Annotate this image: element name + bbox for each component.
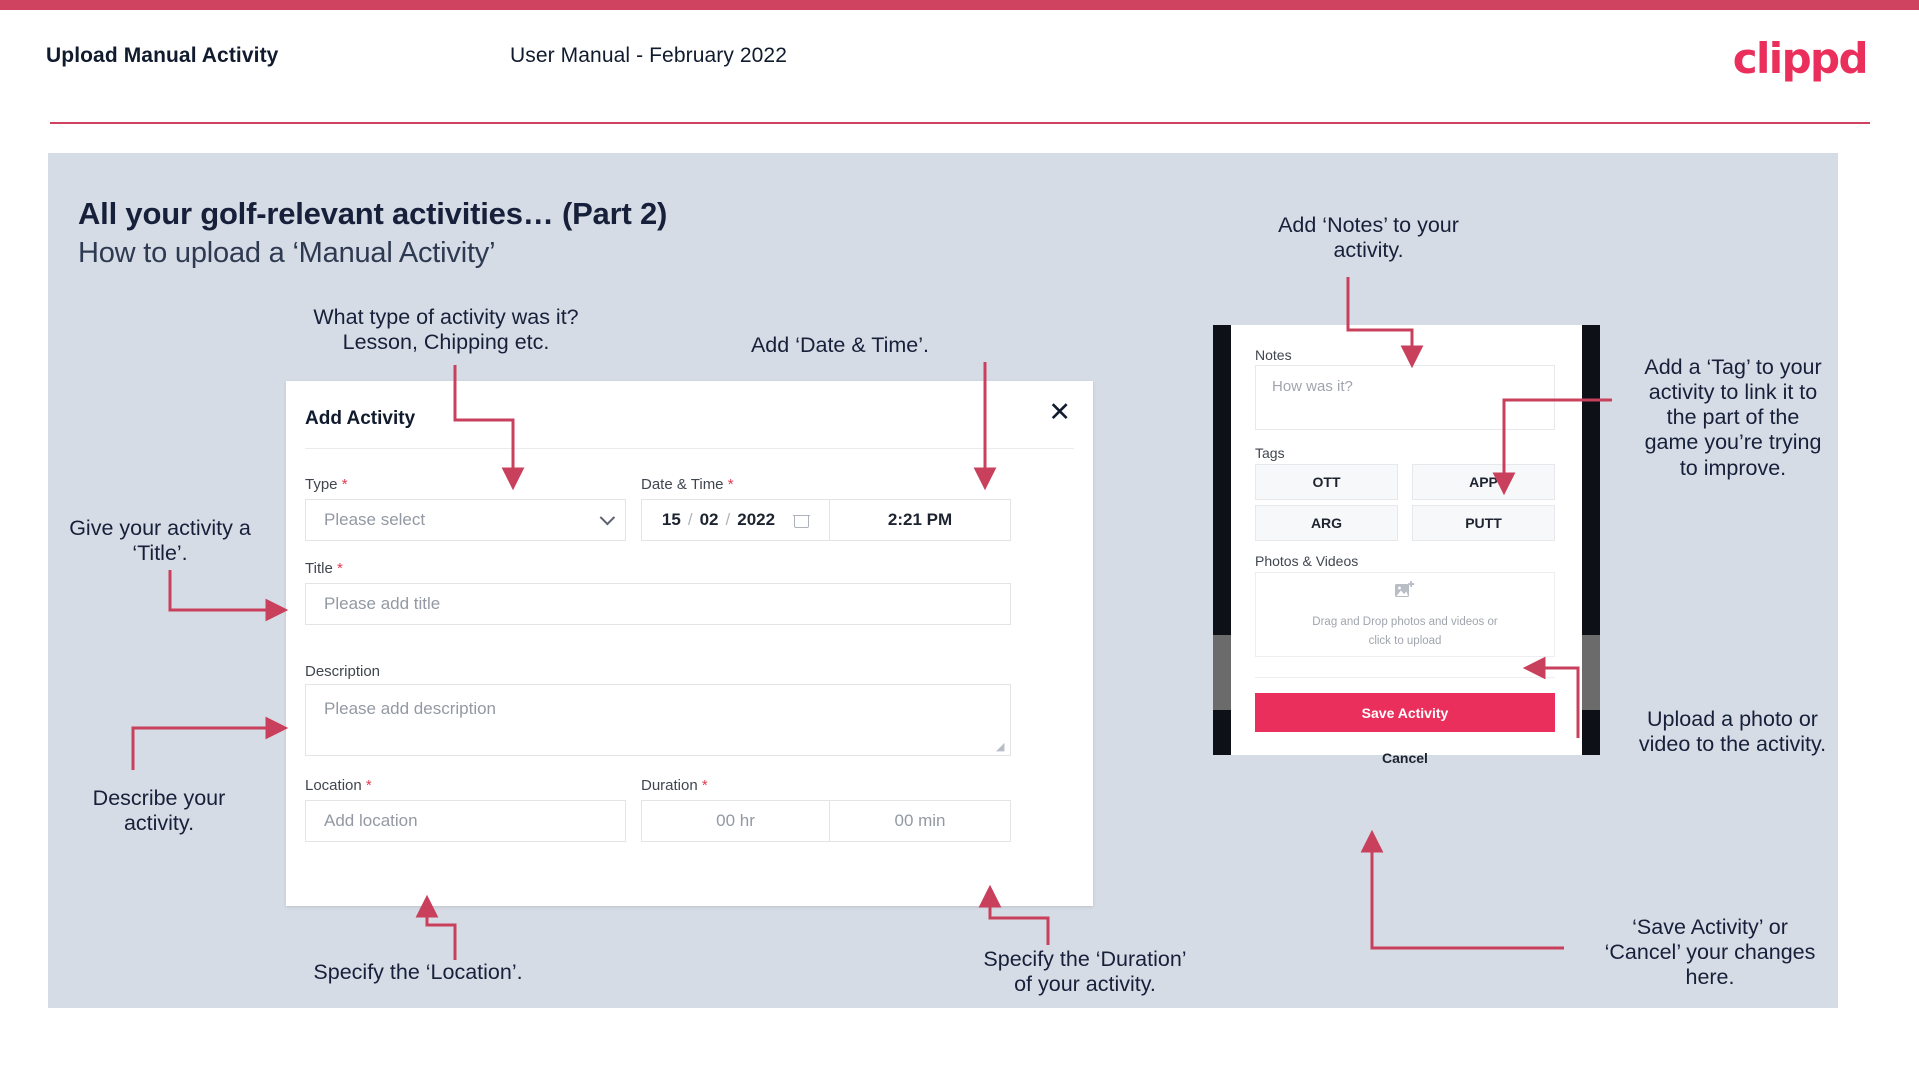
annotation-save-cancel: ‘Save Activity’ or ‘Cancel’ your changes… xyxy=(1604,915,1816,990)
date-sep-1: / xyxy=(687,510,693,529)
annotation-location: Specify the ‘Location’. xyxy=(313,960,523,984)
annotation-description: Describe your activity. xyxy=(92,786,226,836)
save-activity-button[interactable]: Save Activity xyxy=(1255,693,1555,732)
phone-frame-left xyxy=(1213,325,1231,755)
tag-button-arg[interactable]: ARG xyxy=(1255,505,1398,541)
datetime-label: Date & Time * xyxy=(641,476,734,493)
add-activity-dialog: Add Activity ✕ Type * Please select Date… xyxy=(286,381,1093,906)
date-input[interactable]: 15 / 02 / 2022 xyxy=(642,500,829,540)
duration-required-mark: * xyxy=(701,777,708,794)
datetime-label-text: Date & Time xyxy=(641,476,724,493)
dropzone-text-line2: click to upload xyxy=(1368,634,1442,647)
annotation-type: What type of activity was it? Lesson, Ch… xyxy=(313,305,579,355)
phone-frame-right xyxy=(1582,325,1600,755)
title-required-mark: * xyxy=(336,560,343,577)
description-label-text: Description xyxy=(305,663,381,680)
title-label-text: Title xyxy=(305,560,333,577)
type-label-text: Type xyxy=(305,476,338,493)
photos-label: Photos & Videos xyxy=(1255,553,1359,569)
date-month: 02 xyxy=(699,510,719,529)
location-label: Location * xyxy=(305,777,372,794)
annotation-notes: Add ‘Notes’ to your activity. xyxy=(1278,213,1459,263)
description-textarea[interactable]: Please add description ◢ xyxy=(305,684,1011,756)
annotation-duration: Specify the ‘Duration’ of your activity. xyxy=(983,947,1187,997)
close-icon[interactable]: ✕ xyxy=(1048,399,1071,426)
scrollbar-thumb-left[interactable] xyxy=(1213,635,1231,710)
tag-button-ott[interactable]: OTT xyxy=(1255,464,1398,500)
annotation-datetime: Add ‘Date & Time’. xyxy=(750,333,930,357)
slide-subheading: How to upload a ‘Manual Activity’ xyxy=(78,237,496,269)
duration-label-text: Duration xyxy=(641,777,698,794)
notes-placeholder: How was it? xyxy=(1272,378,1353,395)
title-label: Title * xyxy=(305,560,343,577)
duration-field: 00 hr 00 min xyxy=(641,800,1011,842)
annotation-title: Give your activity a ‘Title’. xyxy=(69,516,251,566)
notes-input[interactable]: How was it? xyxy=(1255,365,1555,430)
annotation-upload: Upload a photo or video to the activity. xyxy=(1638,707,1827,757)
date-sep-2: / xyxy=(725,510,731,529)
dropzone-text-line1: Drag and Drop photos and videos or xyxy=(1312,615,1498,628)
tags-label: Tags xyxy=(1255,445,1285,461)
resize-handle-icon[interactable]: ◢ xyxy=(996,742,1006,753)
duration-hours-input[interactable]: 00 hr xyxy=(642,801,829,841)
duration-minutes-input[interactable]: 00 min xyxy=(830,801,1010,841)
title-input[interactable]: Please add title xyxy=(305,583,1011,625)
cancel-button[interactable]: Cancel xyxy=(1255,750,1555,766)
type-placeholder: Please select xyxy=(324,510,426,529)
top-accent-bar xyxy=(0,0,1919,10)
phone-preview: Notes How was it? Tags OTT APP ARG PUTT … xyxy=(1213,325,1600,766)
notes-label: Notes xyxy=(1255,347,1292,363)
clippd-logo: clippd xyxy=(1732,34,1869,83)
time-input[interactable]: 2:21 PM xyxy=(830,500,1010,540)
slide-page: Upload Manual Activity User Manual - Feb… xyxy=(0,0,1919,1079)
phone-divider xyxy=(1255,677,1555,678)
type-label: Type * xyxy=(305,476,348,493)
tag-button-app[interactable]: APP xyxy=(1412,464,1555,500)
description-label: Description xyxy=(305,663,380,680)
page-title: Upload Manual Activity xyxy=(46,44,279,67)
type-select[interactable]: Please select xyxy=(305,499,626,541)
dialog-title: Add Activity xyxy=(305,408,416,429)
title-placeholder: Please add title xyxy=(324,594,441,613)
scrollbar-thumb-right[interactable] xyxy=(1582,635,1600,710)
chevron-down-icon xyxy=(599,509,616,526)
location-placeholder: Add location xyxy=(324,811,418,830)
calendar-icon[interactable] xyxy=(793,511,810,528)
location-input[interactable]: Add location xyxy=(305,800,626,842)
duration-label: Duration * xyxy=(641,777,708,794)
type-required-mark: * xyxy=(341,476,348,493)
photo-upload-dropzone[interactable]: Drag and Drop photos and videos or click… xyxy=(1255,572,1555,657)
tag-button-putt[interactable]: PUTT xyxy=(1412,505,1555,541)
slide-heading: All your golf-relevant activities… (Part… xyxy=(78,196,668,231)
annotation-tags: Add a ‘Tag’ to your activity to link it … xyxy=(1644,355,1822,480)
datetime-required-mark: * xyxy=(727,476,734,493)
dialog-divider xyxy=(305,448,1074,449)
document-subtitle: User Manual - February 2022 xyxy=(510,44,787,67)
location-label-text: Location xyxy=(305,777,362,794)
phone-screen: Notes How was it? Tags OTT APP ARG PUTT … xyxy=(1231,325,1582,766)
header-divider xyxy=(50,122,1870,124)
date-year: 2022 xyxy=(737,510,776,529)
date-day: 15 xyxy=(661,510,681,529)
datetime-field[interactable]: 15 / 02 / 2022 2:21 PM xyxy=(641,499,1011,541)
location-required-mark: * xyxy=(365,777,372,794)
add-image-icon xyxy=(1394,580,1416,605)
description-placeholder: Please add description xyxy=(324,699,497,718)
